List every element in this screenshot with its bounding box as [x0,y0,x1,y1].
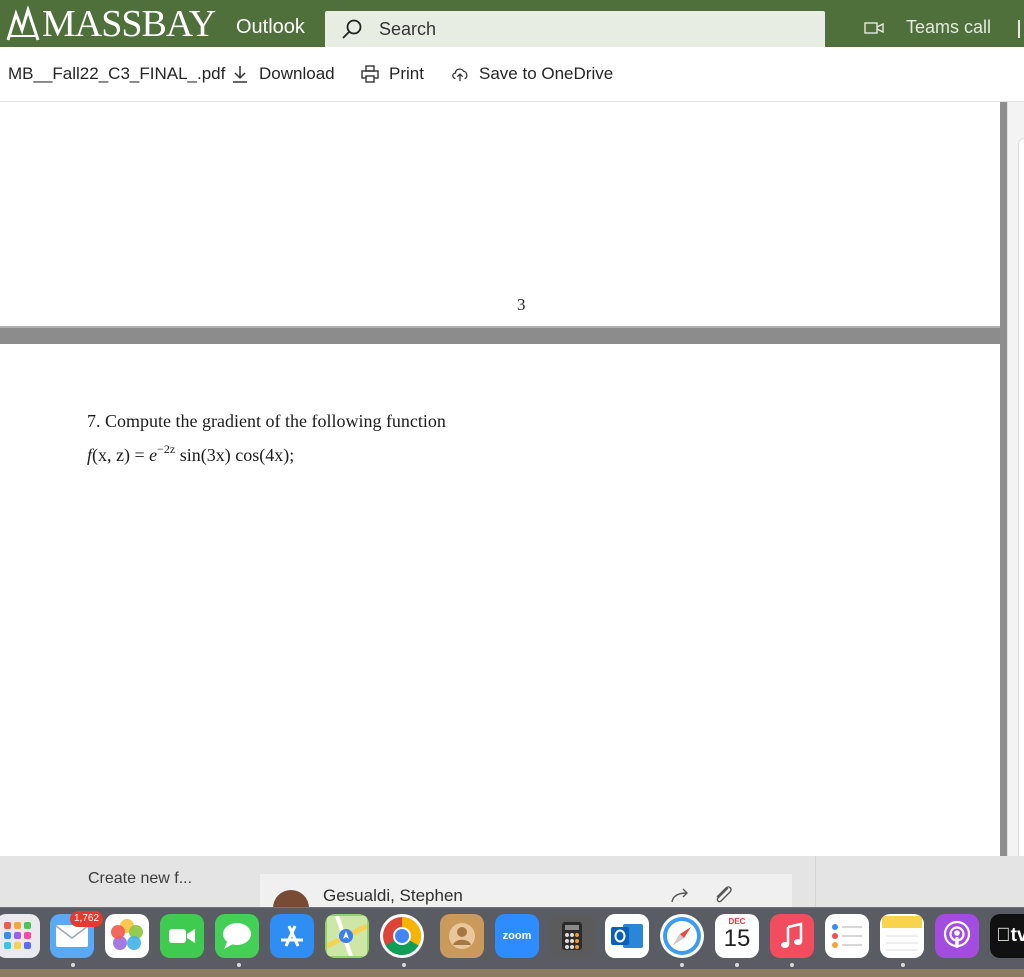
photos-flower-icon [111,919,143,950]
download-icon [233,66,247,83]
massbay-mark-icon [6,6,40,41]
pdf-filename: MB__Fall22_C3_FINAL_.pdf [8,64,226,83]
question-text: 7. Compute the gradient of the following… [87,411,446,431]
forward-icon[interactable] [670,886,692,904]
running-indicator [901,963,905,967]
mail-list-strip: Create new f... Gesualdi, Stephen [0,856,1024,926]
speech-bubble-icon [223,923,251,949]
teams-call-button[interactable]: Teams call [864,17,991,38]
cloud-upload-icon [452,68,468,82]
print-button[interactable]: Print [361,64,424,84]
map-pin-icon [327,916,367,956]
video-camera-icon [864,21,884,34]
save-to-onedrive-button[interactable]: Save to OneDrive [451,64,613,84]
calendar-day: 15 [723,925,751,952]
pdf-page-4: 7. Compute the gradient of the following… [0,344,1000,856]
running-indicator [735,963,739,967]
download-label: Download [259,64,335,83]
brand-name: MASSBAY [42,3,216,45]
pdf-toolbar: MB__Fall22_C3_FINAL_.pdf Download Print … [0,47,1024,102]
running-indicator [790,963,794,967]
formula-base: e [149,445,158,465]
reading-pane-card [1018,138,1024,872]
mail-unread-badge: 1,762 [70,911,104,927]
facetime-icon[interactable] [160,914,204,958]
apple-tv-label: tv [996,925,1024,947]
running-indicator [402,963,406,967]
vertical-scrollbar[interactable] [1000,102,1007,856]
photos-icon[interactable] [105,914,149,958]
formula-arguments: (x, z) = [92,445,150,465]
search-placeholder: Search [379,18,437,39]
contact-card-icon [449,923,475,949]
safari-icon[interactable] [660,914,704,958]
download-button[interactable]: Download [231,64,335,84]
macos-dock: 1,762 zoom DEC 15 tv [0,907,1024,977]
calculator-keys-icon [562,922,582,950]
contacts-icon[interactable] [440,914,484,958]
music-icon[interactable] [770,914,814,958]
running-indicator [237,963,241,967]
search-box[interactable]: Search [325,11,825,47]
clipped-header-item [1018,20,1024,38]
massbay-logo[interactable]: MASSBAY [6,3,216,45]
apple-tv-icon[interactable]: tv [990,914,1024,958]
mail-sender: Gesualdi, Stephen [323,886,463,905]
calendar-icon[interactable]: DEC 15 [715,914,759,958]
pdf-page-3: 3 [0,102,1000,328]
running-indicator [71,963,75,967]
formula-exponent: −2z [157,442,176,456]
formula: f(x, z) = e−2z sin(3x) cos(4x); [87,442,294,466]
formula-body: sin(3x) cos(4x); [175,445,295,465]
print-label: Print [389,64,424,83]
reminders-icon[interactable] [825,914,869,958]
notes-icon[interactable] [880,914,924,958]
maps-icon[interactable] [325,914,369,958]
zoom-label: zoom [502,930,532,942]
reading-pane-edge [1007,102,1024,872]
zoom-icon[interactable]: zoom [495,914,539,958]
notepad-icon [882,916,922,951]
messages-icon[interactable] [215,914,259,958]
apple-tv-text: tv [1003,925,1024,946]
chrome-icon[interactable] [380,914,424,958]
create-new-folder-link[interactable]: Create new f... [88,870,192,888]
app-store-a-icon [281,925,303,947]
calculator-icon[interactable] [550,914,594,958]
compass-icon [663,917,701,955]
desktop-wallpaper [0,969,1024,977]
launchpad-icon[interactable] [0,914,40,958]
search-icon [342,19,362,39]
teams-call-label: Teams call [906,17,992,37]
outlook-logo-icon [611,924,643,948]
envelope-icon [55,925,89,947]
top-bar: MASSBAY Outlook Search Teams call [0,0,1024,47]
app-name[interactable]: Outlook [236,16,305,39]
podcasts-icon[interactable] [935,914,979,958]
save-to-onedrive-label: Save to OneDrive [479,64,614,83]
podcast-broadcast-icon [943,920,971,948]
page-number: 3 [517,295,526,314]
checklist-icon [832,924,862,948]
pane-divider [815,856,816,908]
pdf-viewer[interactable]: 3 7. Compute the gradient of the followi… [0,102,1000,856]
attachment-icon[interactable] [712,884,734,904]
running-indicator [680,963,684,967]
music-note-icon [781,922,803,948]
chrome-logo-icon [383,916,422,956]
app-store-icon[interactable] [270,914,314,958]
launchpad-grid-icon [4,922,31,949]
printer-icon [361,65,379,83]
video-icon [169,929,195,943]
outlook-icon[interactable] [605,914,649,958]
